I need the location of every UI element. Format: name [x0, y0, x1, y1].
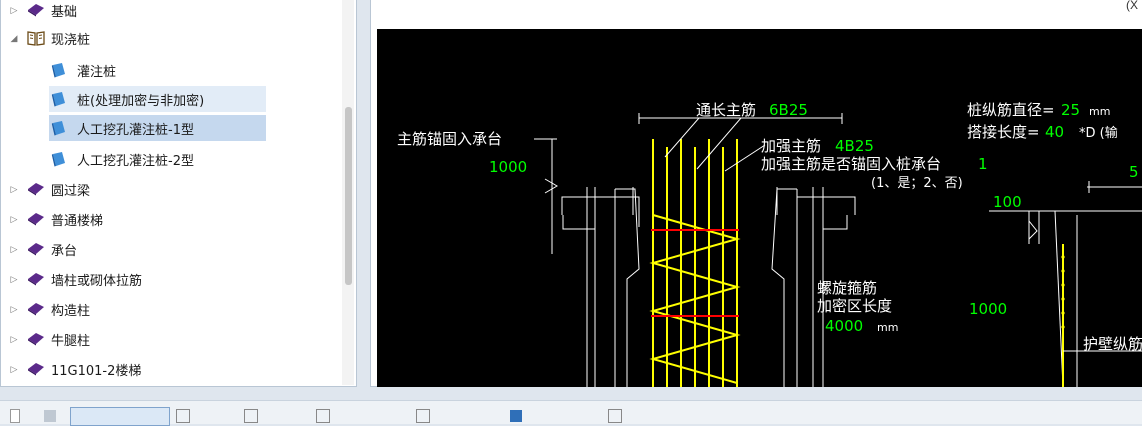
- tree-label: 11G101-2楼梯: [51, 363, 142, 379]
- expand-arrow-icon[interactable]: ▷: [7, 184, 21, 195]
- book-closed-icon: [28, 333, 44, 346]
- tree-node-cast-in-place-pile[interactable]: ◢ 现浇桩: [1, 25, 341, 51]
- expand-arrow-icon[interactable]: ▷: [7, 5, 21, 16]
- pile-dia-label: 桩纵筋直径=: [967, 101, 1055, 119]
- tree-label: 灌注桩: [77, 64, 117, 80]
- expand-arrow-icon[interactable]: ▷: [7, 244, 21, 255]
- reinforce-value: 4B25: [835, 137, 874, 155]
- tree-node-foundation[interactable]: ▷ 基础: [1, 0, 341, 23]
- book-closed-icon: [28, 303, 44, 316]
- tree-node-corbel-column[interactable]: ▷ 牛腿柱: [1, 326, 341, 352]
- expand-arrow-icon[interactable]: ▷: [7, 214, 21, 225]
- expand-arrow-icon[interactable]: ▷: [7, 304, 21, 315]
- right-1000-value: 1000: [969, 300, 1007, 318]
- cad-canvas: 通长主筋 6B25 主筋锚固入承台 1000 加强主筋 4B25 加强主筋是否锚…: [397, 101, 1142, 387]
- tree-node-round-lintel[interactable]: ▷ 圆过梁: [1, 176, 341, 202]
- lap-label: 搭接长度=: [967, 123, 1040, 141]
- tree-node-bored-pile[interactable]: 灌注桩: [51, 57, 251, 83]
- anchor-label: 主筋锚固入承台: [397, 130, 502, 148]
- toolbar-button-4[interactable]: [316, 407, 406, 424]
- document-icon: [51, 63, 65, 78]
- main-rebar-value: 6B25: [769, 101, 808, 119]
- book-closed-icon: [28, 213, 44, 226]
- expand-arrow-icon[interactable]: ▷: [7, 334, 21, 345]
- tree-label: 人工挖孔灌注桩-1型: [77, 122, 194, 138]
- anchor-value: 1000: [489, 158, 527, 176]
- book-closed-icon: [28, 273, 44, 286]
- dense-unit: mm: [877, 321, 898, 334]
- tree-node-manual-pile-2[interactable]: 人工挖孔灌注桩-2型: [51, 146, 266, 172]
- toolbar-button-6[interactable]: [510, 407, 600, 424]
- toolbar-button-5[interactable]: [416, 407, 500, 424]
- book-closed-icon: [28, 183, 44, 196]
- pile-dia-value: 25: [1061, 101, 1080, 119]
- toolbar-button-2[interactable]: [176, 407, 230, 424]
- dense-label: 加密区长度: [817, 297, 892, 315]
- collapse-arrow-icon[interactable]: ◢: [7, 33, 21, 44]
- toolbar-checkbox[interactable]: [10, 407, 24, 424]
- tree-label: 构造柱: [51, 303, 91, 319]
- document-icon: [51, 121, 65, 136]
- toolbar-button-7[interactable]: [608, 407, 668, 424]
- book-closed-icon: [28, 4, 44, 17]
- tree-label: 圆过梁: [51, 183, 91, 199]
- tree-label: 现浇桩: [51, 32, 91, 48]
- tree-label: 桩(处理加密与非加密): [77, 93, 205, 109]
- spiral-label: 螺旋箍筋: [817, 279, 877, 297]
- pile-dia-unit: mm: [1089, 105, 1110, 118]
- tree-node-pile-dense[interactable]: 桩(处理加密与非加密): [49, 86, 266, 112]
- protect-wall-label: 护壁纵筋: [1083, 335, 1142, 353]
- corner-label: (X: [1126, 0, 1138, 12]
- tree-node-wall-tie[interactable]: ▷ 墙柱或砌体拉筋: [1, 266, 341, 292]
- scrollbar-thumb[interactable]: [345, 107, 352, 285]
- right-top-value: 5: [1129, 163, 1139, 181]
- tree-node-11g101-stair[interactable]: ▷ 11G101-2楼梯: [1, 356, 341, 382]
- toolbar-icon-1[interactable]: [44, 407, 62, 424]
- reinforce-anchor-value: 1: [978, 155, 988, 173]
- expand-arrow-icon[interactable]: ▷: [7, 274, 21, 285]
- tree-label: 牛腿柱: [51, 333, 91, 349]
- tree-label: 承台: [51, 243, 78, 259]
- book-closed-icon: [28, 243, 44, 256]
- tree-label: 人工挖孔灌注桩-2型: [77, 153, 194, 169]
- main-rebar-label: 通长主筋: [696, 101, 756, 119]
- toolbar-button-3[interactable]: [244, 407, 304, 424]
- vertical-scrollbar[interactable]: [342, 0, 354, 385]
- reinforce-anchor-options: (1、是；2、否): [871, 176, 963, 191]
- reinforce-anchor-label: 加强主筋是否锚固入桩承台: [761, 155, 941, 173]
- book-open-icon: [27, 31, 45, 46]
- tree-node-pile-cap[interactable]: ▷ 承台: [1, 236, 341, 262]
- tree-node-manual-pile-1[interactable]: 人工挖孔灌注桩-1型: [49, 115, 266, 141]
- dense-value: 4000: [825, 317, 863, 335]
- lap-suffix: *D (输: [1079, 125, 1118, 141]
- component-tree: ▷ 基础 ◢ 现浇桩 灌注桩 桩(处理加密与非加密) 人工挖孔灌注桩-1型 人工…: [0, 0, 357, 387]
- tree-label: 基础: [51, 4, 78, 20]
- tree-label: 普通楼梯: [51, 213, 104, 229]
- reinforce-label: 加强主筋: [761, 137, 821, 155]
- tree-node-constructional-column[interactable]: ▷ 构造柱: [1, 296, 341, 322]
- document-icon: [51, 92, 65, 107]
- tree-node-stair[interactable]: ▷ 普通楼梯: [1, 206, 341, 232]
- lap-value: 40: [1045, 123, 1064, 141]
- toolbar-active-button[interactable]: [70, 407, 170, 426]
- expand-arrow-icon[interactable]: ▷: [7, 364, 21, 375]
- cad-drawing[interactable]: 通长主筋 6B25 主筋锚固入承台 1000 加强主筋 4B25 加强主筋是否锚…: [377, 29, 1142, 387]
- right-100-value: 100: [993, 193, 1022, 211]
- document-icon: [51, 152, 65, 167]
- preview-pane: (X 通长主筋 6B25 主筋锚固入承台 1000 加强主筋 4B25 加强主筋…: [370, 0, 1142, 387]
- book-closed-icon: [28, 363, 44, 376]
- bottom-toolbar: [0, 400, 1142, 426]
- tree-label: 墙柱或砌体拉筋: [51, 273, 143, 289]
